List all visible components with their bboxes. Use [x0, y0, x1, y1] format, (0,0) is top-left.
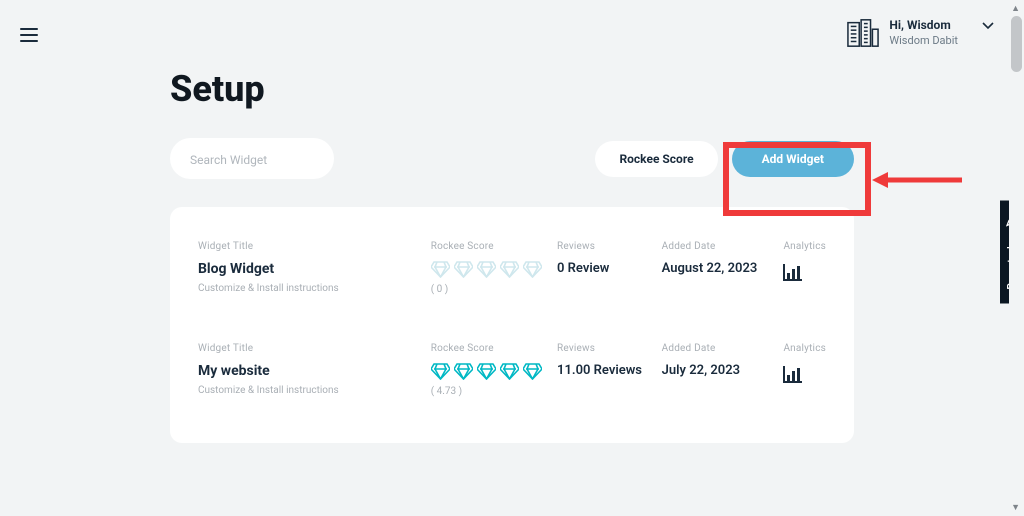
- hamburger-menu[interactable]: [20, 28, 38, 42]
- scroll-thumb[interactable]: [1011, 16, 1022, 72]
- col-label: Widget Title: [198, 343, 431, 354]
- scroll-down-icon[interactable]: ▼: [1011, 502, 1020, 513]
- score-diamonds: [431, 261, 557, 278]
- analytics-icon[interactable]: [783, 365, 803, 383]
- search-field[interactable]: [170, 138, 334, 179]
- diamond-icon: [477, 261, 496, 278]
- reviews-value: 0 Review: [557, 261, 662, 276]
- diamond-icon: [500, 363, 519, 380]
- col-label: Reviews: [557, 241, 662, 252]
- widget-list-card: Widget Title Blog Widget Customize & Ins…: [170, 207, 854, 443]
- diamond-icon: [431, 363, 450, 380]
- building-icon: [847, 18, 879, 48]
- col-label: Added Date: [662, 241, 784, 252]
- score-value: ( 4.73 ): [431, 386, 557, 397]
- scroll-up-icon[interactable]: ▲: [1011, 3, 1020, 14]
- chevron-down-icon: [982, 22, 994, 30]
- diamond-icon: [523, 363, 542, 380]
- analytics-icon[interactable]: [783, 263, 803, 281]
- col-label: Analytics: [783, 241, 826, 252]
- user-name: Wisdom Dabit: [889, 34, 958, 47]
- instructions-link[interactable]: Customize & Install instructions: [198, 283, 431, 294]
- user-greeting: Hi, Wisdom: [889, 18, 958, 32]
- score-diamonds: [431, 363, 557, 380]
- col-label: Rockee Score: [431, 241, 557, 252]
- rockee-score-button[interactable]: Rockee Score: [595, 141, 717, 177]
- instructions-link[interactable]: Customize & Install instructions: [198, 385, 431, 396]
- reviews-value: 11.00 Reviews: [557, 363, 662, 378]
- page-title: Setup: [170, 68, 854, 110]
- add-widget-button[interactable]: Add Widget: [732, 141, 854, 177]
- score-value: ( 0 ): [431, 284, 557, 295]
- col-label: Analytics: [783, 343, 826, 354]
- col-label: Reviews: [557, 343, 662, 354]
- col-label: Widget Title: [198, 241, 431, 252]
- col-label: Rockee Score: [431, 343, 557, 354]
- diamond-icon: [523, 261, 542, 278]
- col-label: Added Date: [662, 343, 784, 354]
- diamond-icon: [454, 261, 473, 278]
- scrollbar[interactable]: ▲ ▼: [1009, 0, 1024, 516]
- diamond-icon: [500, 261, 519, 278]
- date-value: August 22, 2023: [662, 261, 784, 276]
- widget-name[interactable]: My website: [198, 363, 431, 379]
- widget-name[interactable]: Blog Widget: [198, 261, 431, 277]
- widget-row: Widget Title Blog Widget Customize & Ins…: [198, 231, 826, 321]
- date-value: July 22, 2023: [662, 363, 784, 378]
- search-input[interactable]: [190, 153, 314, 167]
- diamond-icon: [431, 261, 450, 278]
- diamond-icon: [477, 363, 496, 380]
- widget-row: Widget Title My website Customize & Inst…: [198, 321, 826, 423]
- diamond-icon: [454, 363, 473, 380]
- user-menu[interactable]: Hi, Wisdom Wisdom Dabit: [847, 18, 994, 48]
